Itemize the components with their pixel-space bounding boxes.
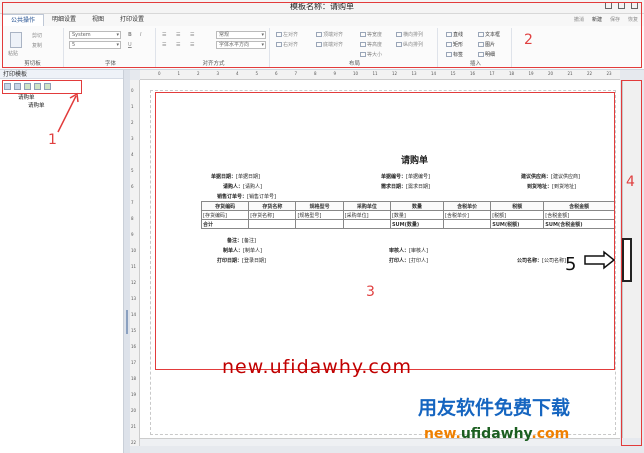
app-window: 模板名称：请购单 公共操作 明细设置 视图 打印设置 撤消 新建 保存 恢复 粘…	[0, 0, 644, 453]
watermark-part: .com	[531, 426, 570, 442]
watermark-part: ufidawhy	[460, 426, 532, 442]
watermark-part: new.	[424, 426, 461, 442]
annotation-3: 3	[366, 284, 375, 300]
annotation-1: 1	[48, 132, 57, 148]
watermark-brand: 用友软件免费下载	[418, 397, 571, 419]
watermark-url-colored: new.ufidawhy.com	[424, 426, 569, 442]
arrow-1-line	[57, 95, 77, 133]
arrow-5	[584, 250, 616, 270]
annotation-5: 5	[565, 254, 577, 275]
annotation-2: 2	[524, 32, 533, 48]
annotation-4: 4	[626, 174, 635, 190]
annotation-arrows	[57, 92, 616, 270]
watermark-url: new.ufidawhy.com	[222, 356, 413, 378]
